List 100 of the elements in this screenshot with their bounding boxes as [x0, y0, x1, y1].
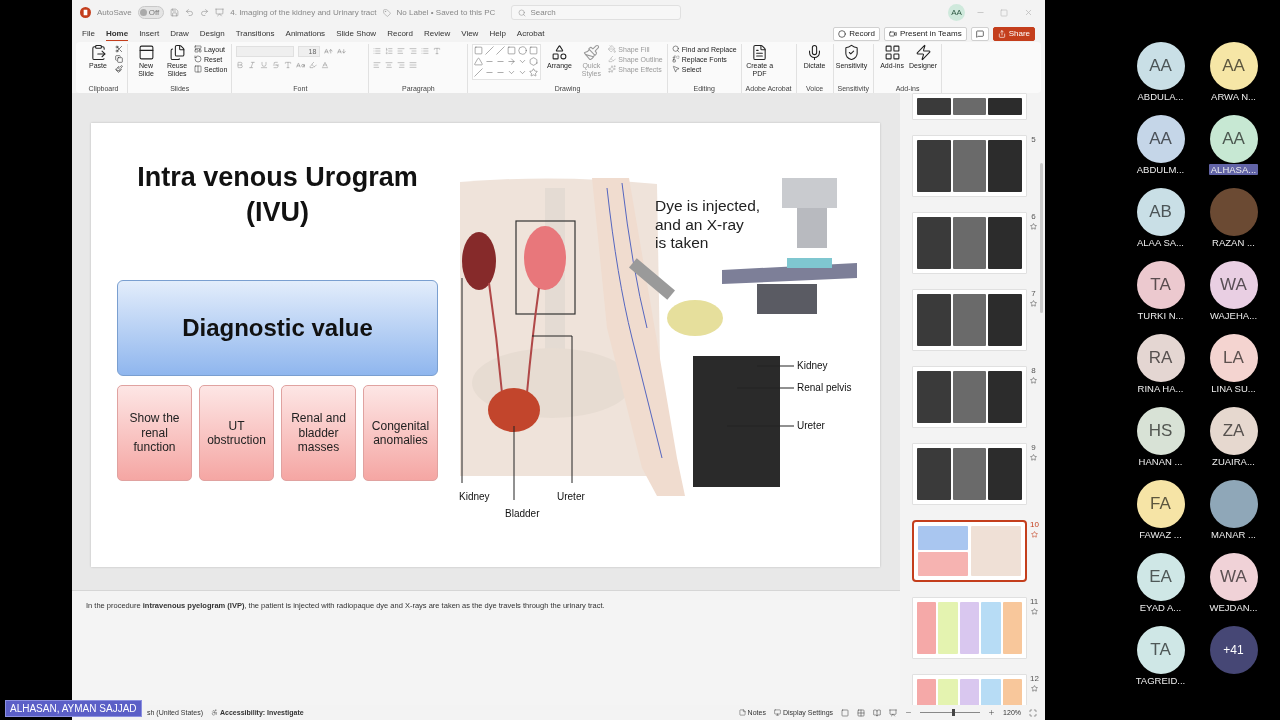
search-icon	[518, 8, 527, 17]
sorter-view-icon	[857, 708, 866, 717]
line-shape-icon[interactable]	[474, 68, 485, 78]
participant-avatar[interactable]: AB	[1136, 188, 1185, 236]
section-icon	[194, 65, 202, 73]
scrollbar[interactable]	[1040, 163, 1043, 313]
presentation-icon	[215, 8, 225, 17]
participant-avatar[interactable]: ZA	[1209, 407, 1258, 455]
designer-icon	[914, 44, 932, 61]
participant-avatar[interactable]: LA	[1209, 334, 1258, 382]
toolbar-button[interactable]: Share	[992, 26, 1035, 41]
record-icon	[838, 29, 847, 38]
more-participants-button[interactable]: +41	[1209, 626, 1258, 674]
share-icon	[997, 29, 1006, 38]
ribbon-tab[interactable]: Help	[489, 27, 506, 40]
toolbar-button[interactable]: Record	[833, 26, 880, 41]
ribbon-tab[interactable]: Home	[105, 26, 129, 41]
participant-avatar[interactable]: EA	[1136, 553, 1185, 601]
ribbon-tab[interactable]: Design	[199, 27, 225, 40]
participant-avatar[interactable]: WA	[1209, 553, 1258, 601]
photo-placeholder[interactable]	[1209, 480, 1258, 528]
line-shape-icon[interactable]	[485, 46, 496, 56]
paint-bucket-icon	[608, 45, 617, 53]
redo-icon	[200, 8, 210, 17]
shapes-gallery[interactable]	[472, 44, 542, 80]
ribbon-tab[interactable]: Slide Show	[336, 27, 377, 40]
quick-styles-icon	[582, 44, 600, 61]
autosave-toggle[interactable]: Off	[137, 6, 165, 19]
ribbon-tab[interactable]: File	[82, 27, 95, 40]
paste-icon	[89, 44, 107, 61]
participant-name: LINA SU...	[1210, 383, 1257, 394]
sensitivity-icon	[843, 44, 861, 61]
strikethrough-icon	[272, 61, 281, 69]
zoom-out-icon	[905, 709, 913, 716]
hexagon-shape-icon[interactable]	[529, 57, 540, 67]
participant-avatar[interactable]: TA	[1136, 626, 1185, 674]
participant-avatar[interactable]: HS	[1136, 407, 1185, 455]
slide-number: 12	[1030, 674, 1039, 683]
slide-thumbnail[interactable]	[912, 520, 1027, 582]
slide-number: 6	[1031, 212, 1036, 221]
comment-button[interactable]	[970, 26, 989, 41]
ribbon-tab[interactable]: Draw	[170, 27, 189, 40]
justify-icon	[409, 61, 418, 69]
reuse-slides-icon	[168, 44, 186, 61]
rectangle-shape-icon[interactable]	[529, 46, 540, 56]
align-right-icon	[397, 61, 406, 69]
star-shape-icon[interactable]	[529, 68, 540, 78]
account-avatar[interactable]: AA	[948, 4, 965, 21]
value-card: UT obstruction	[199, 385, 274, 481]
participant-name: ALHASA...	[1208, 164, 1259, 175]
copy-icon	[115, 55, 123, 63]
participant-name: WEJDAN...	[1208, 602, 1259, 613]
value-card: Renal and bladder masses	[281, 385, 356, 481]
font-name-field[interactable]	[236, 45, 295, 57]
undo-icon	[185, 8, 195, 17]
slideshow-icon	[889, 708, 898, 717]
notes-icon	[738, 709, 746, 716]
participant-avatar[interactable]: AA	[1136, 115, 1185, 163]
slider-thumb[interactable]	[951, 709, 955, 716]
participant-avatar[interactable]: RA	[1136, 334, 1185, 382]
participant-name: HANAN ...	[1137, 456, 1184, 467]
participant-avatar[interactable]: AA	[1209, 115, 1258, 163]
participant-avatar[interactable]: TA	[1136, 261, 1185, 309]
rectangle-shape-icon[interactable]	[507, 46, 518, 56]
grow-font-icon	[324, 46, 334, 56]
arrow-shape-icon[interactable]	[507, 57, 518, 67]
figure-caption: Dye is injected, and an X-ray is taken	[655, 197, 761, 253]
rectangle-shape-icon[interactable]	[474, 46, 485, 56]
ribbon-tab[interactable]: Insert	[139, 27, 160, 40]
participant-avatar[interactable]: FA	[1136, 480, 1185, 528]
pen-icon	[608, 55, 617, 63]
circle-shape-icon[interactable]	[518, 46, 529, 56]
participant-avatar[interactable]: AA	[1136, 42, 1185, 90]
add-ins-icon	[883, 44, 901, 61]
line-shape-icon[interactable]	[496, 46, 507, 56]
ribbon-tab[interactable]: Animations	[285, 27, 326, 40]
toolbar-button[interactable]: Present in Teams	[883, 26, 967, 41]
zoom-in-icon	[988, 709, 996, 716]
align-center-icon	[385, 61, 394, 69]
participant-avatar[interactable]: AA	[1209, 42, 1258, 90]
ribbon-tab[interactable]: View	[461, 27, 479, 40]
text-direction-icon	[433, 47, 442, 55]
comment-icon	[975, 29, 984, 38]
ribbon-tab[interactable]: Transitions	[235, 27, 275, 40]
italic-icon	[248, 61, 257, 69]
reading-view-icon	[873, 708, 882, 717]
ribbon-tab[interactable]: Review	[423, 27, 451, 40]
ribbon-tab[interactable]: Acrobat	[516, 27, 545, 40]
ribbon-tab[interactable]: Record	[387, 27, 413, 40]
arrange-icon	[550, 44, 568, 61]
monitor-icon	[773, 709, 781, 716]
participant-avatar[interactable]: WA	[1209, 261, 1258, 309]
search-field[interactable]: Search	[511, 5, 682, 20]
slide-title: Intra venous Urogram (IVU)	[136, 161, 419, 230]
bold-icon	[236, 61, 245, 69]
triangle-shape-icon[interactable]	[474, 57, 485, 67]
font-color-icon	[321, 61, 330, 69]
pdf-icon	[751, 44, 769, 61]
slide-number: 5	[1031, 135, 1036, 144]
app-logo	[80, 7, 91, 18]
